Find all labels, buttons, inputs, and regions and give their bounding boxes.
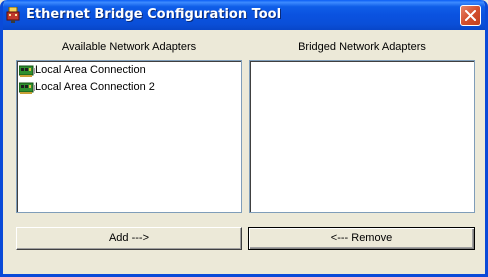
bridged-adapters-list[interactable] xyxy=(249,60,475,213)
remove-button[interactable]: <--- Remove xyxy=(248,227,475,250)
close-icon xyxy=(465,10,476,21)
bridge-config-window: Ethernet Bridge Configuration Tool Avail… xyxy=(0,0,488,277)
list-item[interactable]: Local Area Connection 2 xyxy=(18,80,219,96)
app-icon xyxy=(6,6,20,23)
close-button[interactable] xyxy=(460,5,481,26)
title-bar[interactable]: Ethernet Bridge Configuration Tool xyxy=(3,0,485,30)
bridged-adapters-heading: Bridged Network Adapters xyxy=(298,41,426,53)
window-title: Ethernet Bridge Configuration Tool xyxy=(26,7,282,22)
network-adapter-icon xyxy=(18,81,35,95)
list-item-label: Local Area Connection 2 xyxy=(35,81,155,93)
list-item[interactable]: Local Area Connection xyxy=(18,63,219,79)
available-adapters-list[interactable]: Local Area Connection Local Area Connect… xyxy=(16,60,242,213)
add-button[interactable]: Add ---> xyxy=(16,227,242,250)
network-adapter-icon xyxy=(18,64,35,78)
list-item-label: Local Area Connection xyxy=(35,64,146,76)
available-adapters-heading: Available Network Adapters xyxy=(61,41,197,53)
